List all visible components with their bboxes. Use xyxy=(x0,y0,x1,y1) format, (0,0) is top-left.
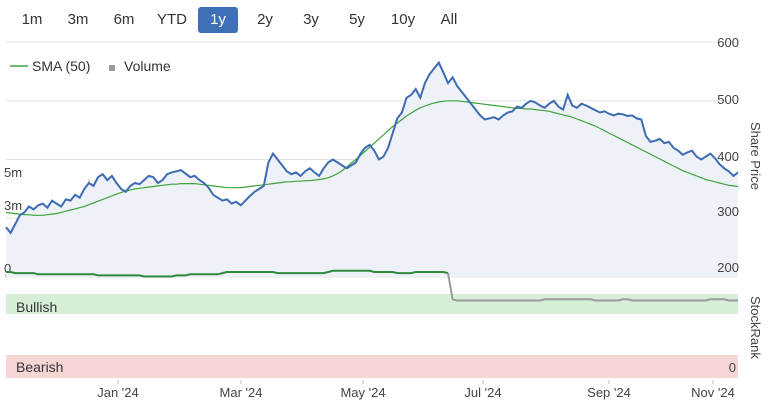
price-tick: 200 xyxy=(717,260,739,275)
chart-area: 200 300 400 500 600 0 3m 5m Share Price SMA (5… xyxy=(4,35,763,400)
x-tick: Nov '24 xyxy=(691,385,735,400)
volume-tick: 3m xyxy=(4,198,22,213)
stockrank-zero-tick: 0 xyxy=(729,360,736,375)
bearish-band xyxy=(6,355,738,378)
x-axis-ticks: Jan '24 Mar '24 May '24 Jul '24 Sep '24 Nov '… xyxy=(97,380,735,400)
price-tick: 600 xyxy=(717,35,739,50)
x-tick: May '24 xyxy=(340,385,385,400)
bearish-label: Bearish xyxy=(16,359,63,375)
price-axis-title: Share Price xyxy=(748,122,763,190)
x-tick: Jan '24 xyxy=(97,385,139,400)
x-tick: Mar '24 xyxy=(220,385,263,400)
volume-tick: 5m xyxy=(4,165,22,180)
legend-volume-swatch xyxy=(109,65,115,71)
legend-sma-label[interactable]: SMA (50) xyxy=(32,58,90,74)
price-tick: 400 xyxy=(717,149,739,164)
bullish-label: Bullish xyxy=(16,299,57,315)
price-tick: 300 xyxy=(717,204,739,219)
x-tick: Sep '24 xyxy=(587,385,631,400)
price-tick: 500 xyxy=(717,92,739,107)
bullish-band xyxy=(6,294,738,314)
x-tick: Jul '24 xyxy=(464,385,501,400)
stockrank-axis-title: StockRank xyxy=(748,296,763,359)
volume-tick: 0 xyxy=(4,261,11,276)
legend-volume-label[interactable]: Volume xyxy=(124,58,171,74)
